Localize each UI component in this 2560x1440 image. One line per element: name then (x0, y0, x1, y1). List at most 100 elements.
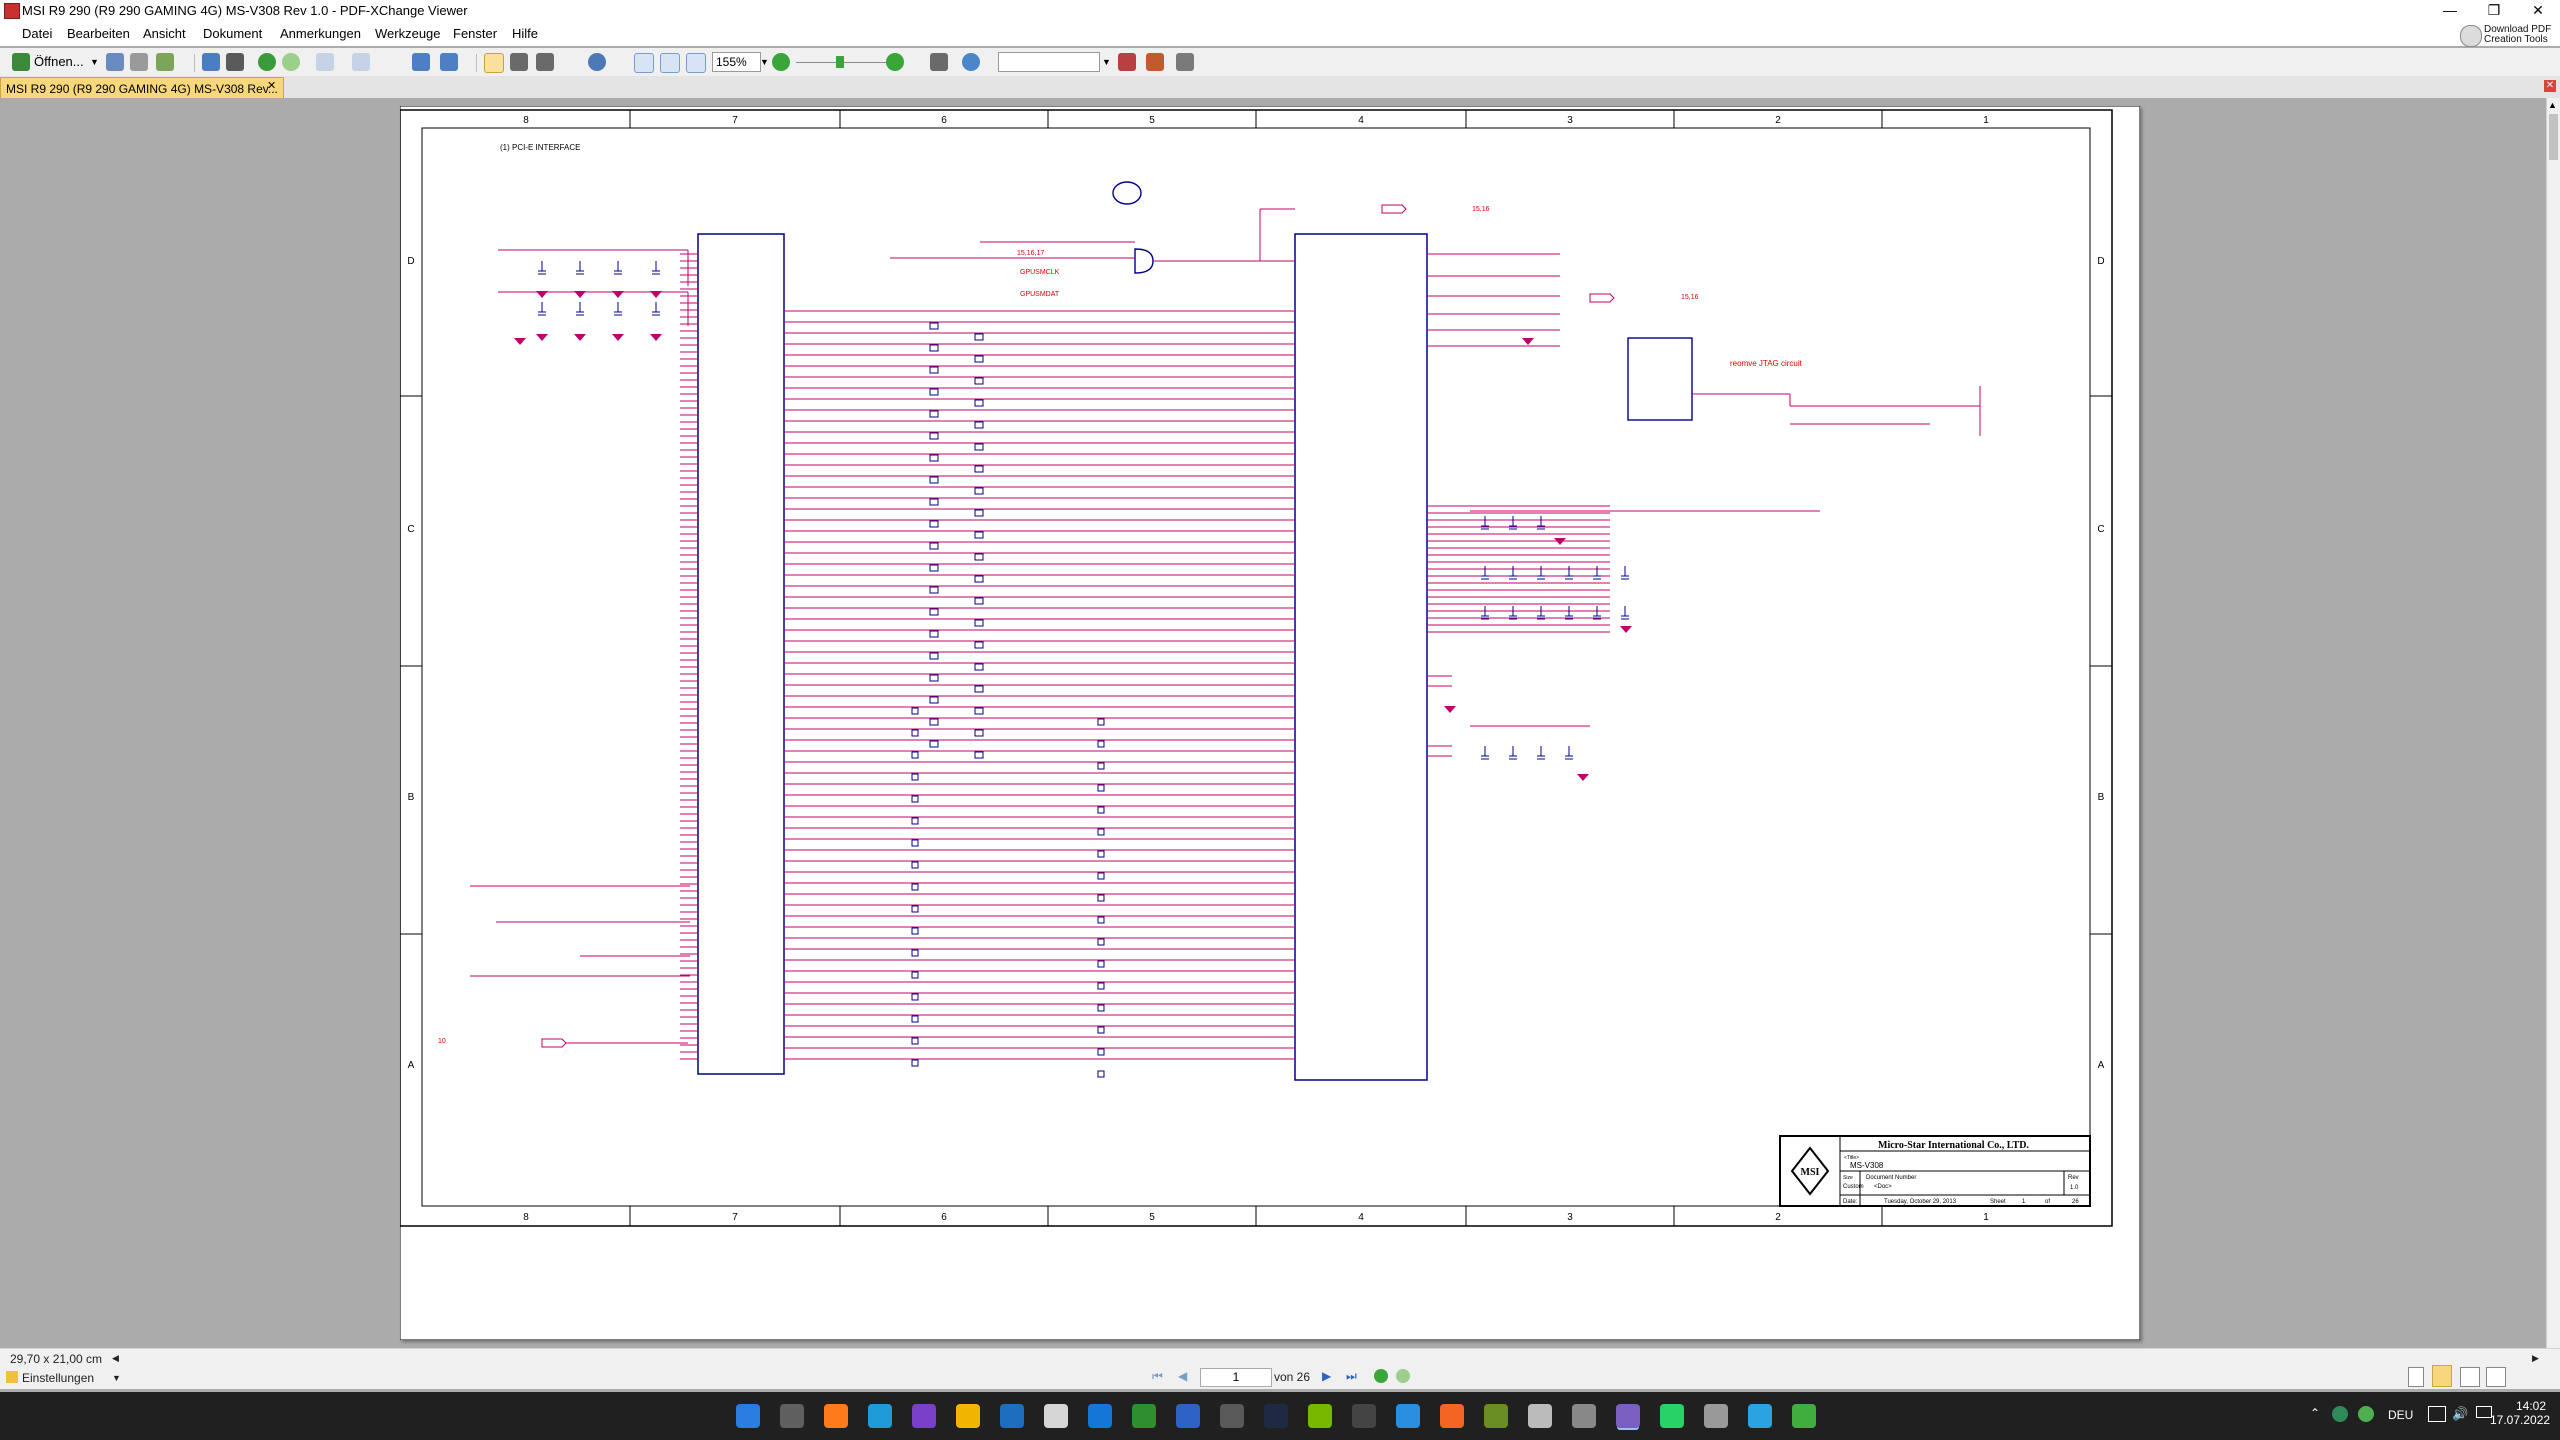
continuous-icon[interactable] (2432, 1365, 2452, 1387)
close-document-icon[interactable]: ✕ (2544, 80, 2556, 92)
language-indicator[interactable]: DEU (2388, 1408, 2413, 1422)
last-page-icon[interactable]: ⏭ (1346, 1369, 1357, 1384)
outlook-icon[interactable] (1088, 1404, 1112, 1428)
scroll-left-icon[interactable]: ◀ (112, 1353, 119, 1364)
snapshot-icon[interactable] (536, 53, 554, 71)
save-icon[interactable] (106, 53, 124, 71)
menu-dokument[interactable]: Dokument (203, 26, 262, 41)
speaker-icon[interactable]: 🔊 (2452, 1406, 2468, 1422)
settings-icon[interactable] (6, 1371, 18, 1383)
minecraft-icon[interactable] (1484, 1404, 1508, 1428)
select-text-icon[interactable] (510, 53, 528, 71)
scroll-right-icon[interactable]: ▶ (2532, 1353, 2539, 1364)
file-explorer-icon[interactable] (956, 1404, 980, 1428)
search-dropdown-icon[interactable]: ▼ (1102, 57, 1111, 67)
undo-icon[interactable] (316, 53, 334, 71)
zoom-input[interactable]: 155% (712, 52, 761, 72)
single-page-icon[interactable] (2408, 1367, 2424, 1387)
date-label: Date: (1843, 1199, 1858, 1205)
task-view-icon[interactable] (780, 1404, 804, 1428)
cortana-icon[interactable] (1000, 1404, 1024, 1428)
back-icon[interactable] (258, 53, 276, 71)
facing-icon[interactable] (2460, 1367, 2480, 1387)
settings-button[interactable]: Einstellungen (22, 1371, 94, 1385)
history-forward-icon[interactable] (1396, 1369, 1410, 1383)
mail-icon[interactable] (1396, 1404, 1420, 1428)
export-icon[interactable] (156, 53, 174, 71)
utility-icon[interactable] (1704, 1404, 1728, 1428)
hand-tool-icon[interactable] (484, 53, 504, 73)
green-app-icon[interactable] (1792, 1404, 1816, 1428)
minimize-button[interactable]: — (2428, 0, 2472, 22)
open-icon[interactable] (12, 53, 30, 71)
terminal-icon[interactable] (1352, 1404, 1376, 1428)
epic-games-icon[interactable] (1220, 1404, 1244, 1428)
display-icon[interactable] (2428, 1406, 2446, 1422)
tab-close-icon[interactable]: ✕ (267, 79, 276, 92)
scan-icon[interactable] (202, 53, 220, 71)
inkscape-icon[interactable] (1528, 1404, 1552, 1428)
first-page-icon[interactable]: ⏮ (1152, 1369, 1163, 1384)
forward-icon[interactable] (282, 53, 300, 71)
menu-werkzeuge[interactable]: Werkzeuge (375, 26, 441, 41)
zoom-out-icon[interactable] (772, 53, 790, 71)
continuous-facing-icon[interactable] (2486, 1367, 2506, 1387)
menu-ansicht[interactable]: Ansicht (143, 26, 186, 41)
scroll-up-icon[interactable]: ▲ (2548, 100, 2557, 110)
zoom-slider-thumb[interactable] (836, 56, 844, 68)
open-button[interactable]: Öffnen... (34, 54, 84, 69)
menu-fenster[interactable]: Fenster (453, 26, 497, 41)
notepad-icon[interactable] (1044, 1404, 1068, 1428)
whatsapp-icon[interactable] (1660, 1404, 1684, 1428)
page-number-input[interactable]: 1 (1200, 1368, 1272, 1387)
menu-anmerkungen[interactable]: Anmerkungen (280, 26, 361, 41)
maximize-button[interactable]: ❐ (2472, 0, 2516, 22)
menu-bearbeiten[interactable]: Bearbeiten (67, 26, 130, 41)
rotate-icon[interactable] (412, 53, 430, 71)
zoom-in-icon[interactable] (886, 53, 904, 71)
firefox-icon[interactable] (824, 1404, 848, 1428)
telegram-icon[interactable] (1748, 1404, 1772, 1428)
tools-icon[interactable] (1176, 53, 1194, 71)
fit-page-icon[interactable] (660, 53, 680, 73)
close-button[interactable]: ✕ (2516, 0, 2560, 22)
signature-icon[interactable] (1146, 53, 1164, 71)
web-search-icon[interactable] (962, 53, 980, 71)
zoom-dropdown-icon[interactable]: ▼ (760, 57, 769, 67)
menu-datei[interactable]: Datei (22, 26, 52, 41)
tray-chevron-icon[interactable]: ⌃ (2310, 1406, 2320, 1420)
document-tab[interactable]: MSI R9 290 (R9 290 GAMING 4G) MS-V308 Re… (0, 77, 284, 99)
menu-hilfe[interactable]: Hilfe (512, 26, 538, 41)
stamp-icon[interactable] (1118, 53, 1136, 71)
open-dropdown-icon[interactable]: ▼ (90, 57, 99, 67)
zoom-icon[interactable] (588, 53, 606, 71)
fit-width-icon[interactable] (686, 53, 706, 73)
windows-start-icon[interactable] (736, 1404, 760, 1428)
tray-security-icon[interactable] (2358, 1406, 2374, 1422)
nvidia-icon[interactable] (1308, 1404, 1332, 1428)
search-input[interactable] (998, 52, 1100, 72)
vertical-scrollbar[interactable]: ▲ (2546, 98, 2560, 1348)
xbox-icon[interactable] (1132, 1404, 1156, 1428)
scroll-thumb[interactable] (2549, 114, 2558, 160)
steam-icon[interactable] (1264, 1404, 1288, 1428)
actual-size-icon[interactable] (634, 53, 654, 73)
ocr-icon[interactable] (226, 53, 244, 71)
remote-desktop-icon[interactable] (1176, 1404, 1200, 1428)
settings-dropdown-icon[interactable]: ▼ (112, 1373, 121, 1383)
history-back-icon[interactable] (1374, 1369, 1388, 1383)
clock[interactable]: 14:02 17.07.2022 (2490, 1399, 2550, 1427)
next-page-icon[interactable]: ▶ (1322, 1369, 1331, 1383)
rotate-ccw-icon[interactable] (440, 53, 458, 71)
redo-icon[interactable] (352, 53, 370, 71)
edge-icon[interactable] (868, 1404, 892, 1428)
download-pdf-tools-button[interactable]: Download PDF Creation Tools (2456, 22, 2560, 50)
pdf-xchange-icon[interactable] (1616, 1404, 1640, 1428)
comment-icon[interactable] (930, 53, 948, 71)
prev-page-icon[interactable]: ◀ (1178, 1369, 1187, 1383)
tray-app-icon[interactable] (2332, 1406, 2348, 1422)
origin-icon[interactable] (1440, 1404, 1464, 1428)
network-tool-icon[interactable] (1572, 1404, 1596, 1428)
visual-studio-icon[interactable] (912, 1404, 936, 1428)
print-icon[interactable] (130, 53, 148, 71)
